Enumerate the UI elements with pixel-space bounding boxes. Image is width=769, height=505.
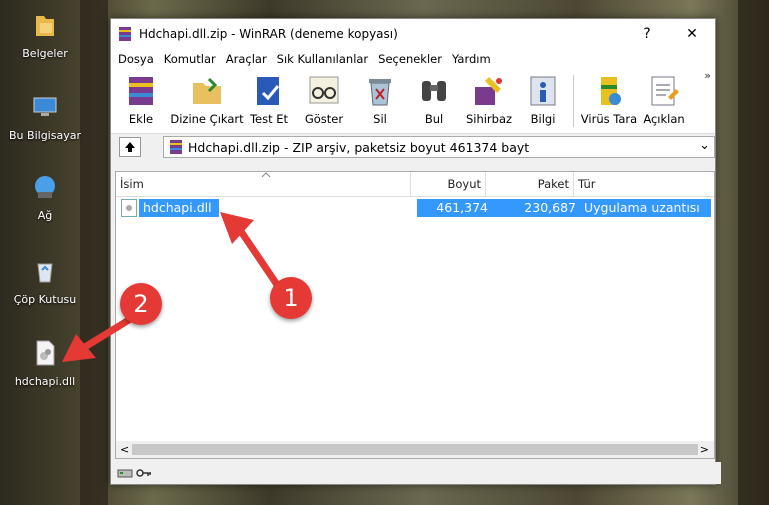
- step-badge-2: 2: [120, 283, 162, 325]
- annotation-arrow-2: [76, 314, 136, 354]
- step-badge-1: 1: [270, 277, 312, 319]
- annotation-overlay: [62, 212, 286, 362]
- annotation-arrowhead-2: [62, 334, 96, 362]
- annotation-arrow-1: [232, 220, 286, 296]
